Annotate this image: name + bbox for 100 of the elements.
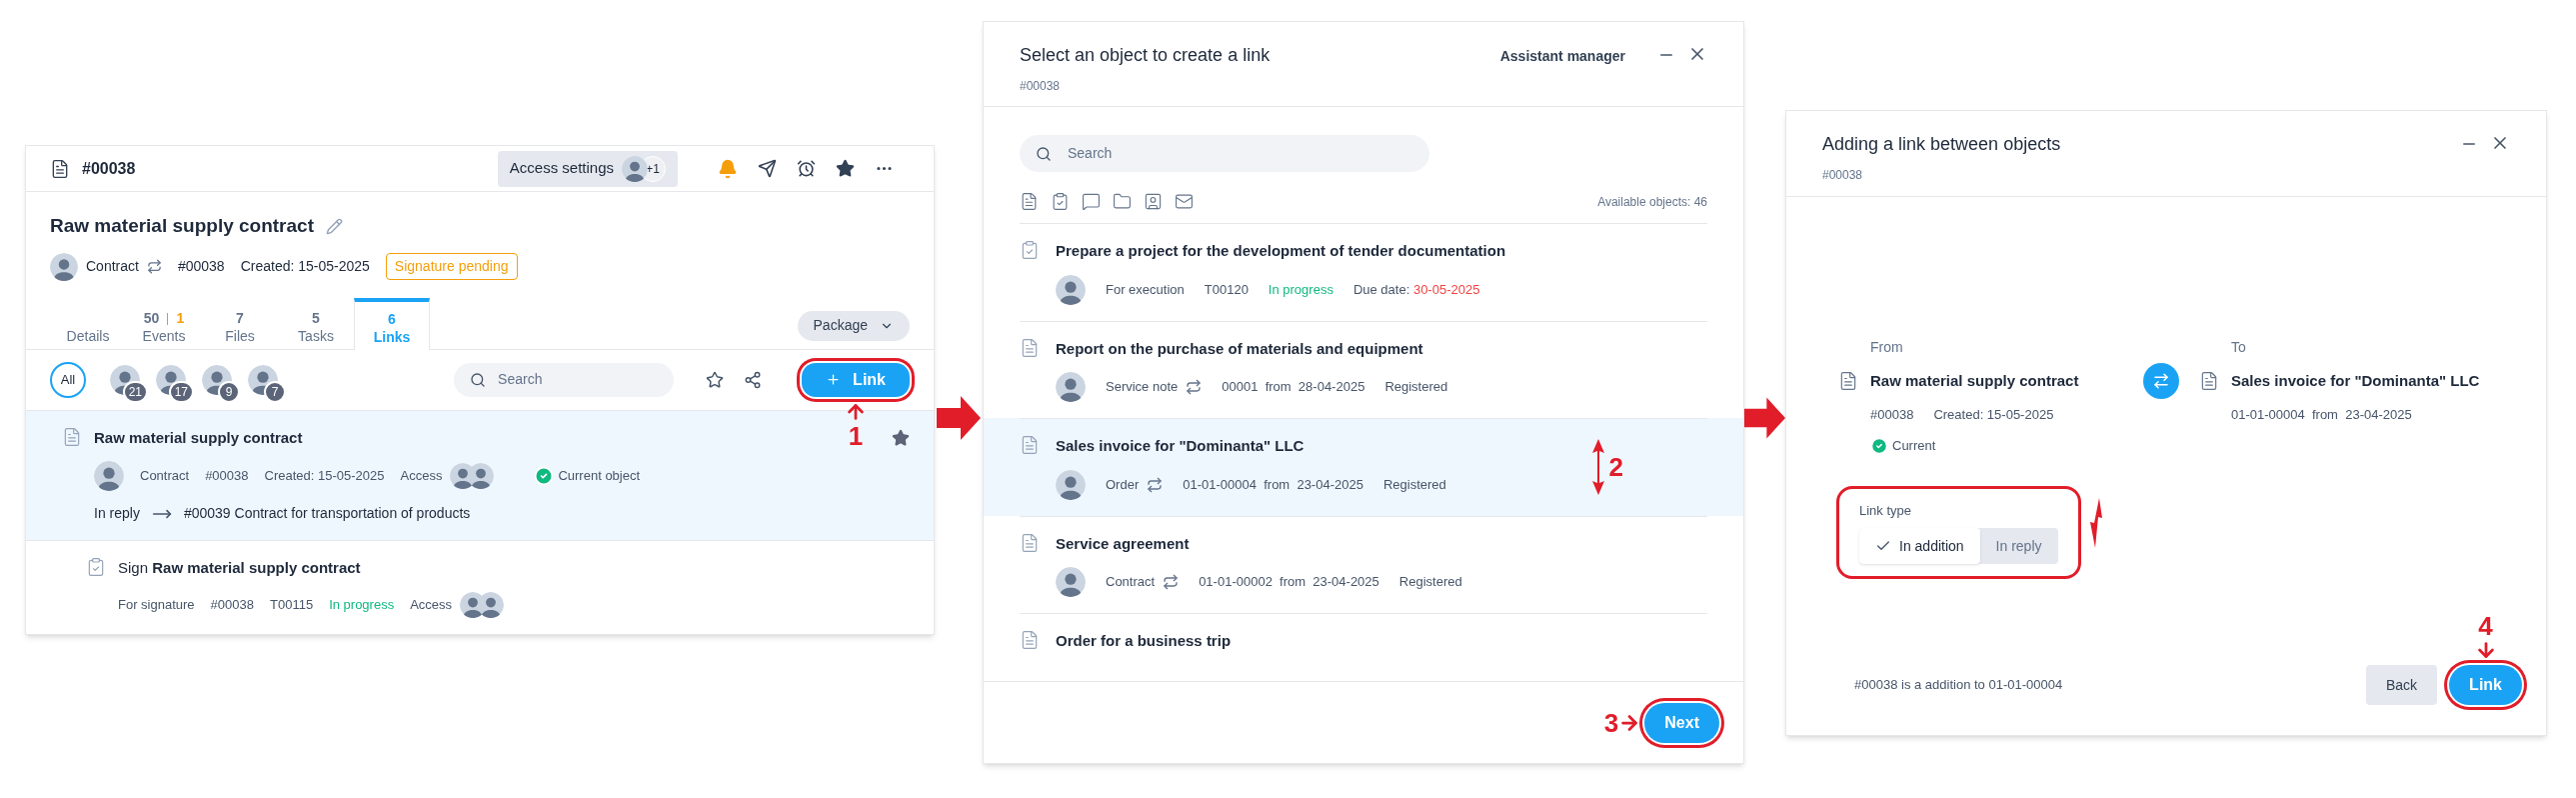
meta-text: T00120 <box>1204 280 1249 299</box>
document-icon <box>2199 371 2219 392</box>
clipboard-check-icon <box>86 557 106 577</box>
back-button[interactable]: Back <box>2366 665 2438 705</box>
avatar <box>622 155 648 182</box>
available-count: Available objects: 46 <box>1597 193 1707 211</box>
meta-text: For execution <box>1106 280 1185 299</box>
clipboard-check-icon <box>1020 240 1040 260</box>
status-text: In progress <box>329 595 395 614</box>
meta-text: 00001 from 28-04-2025 <box>1222 378 1365 397</box>
arrow-icon <box>1744 396 1785 440</box>
link-title: Raw material supply contract <box>94 427 303 448</box>
object-title: Sales invoice for "Dominanta" LLC <box>1056 436 1305 456</box>
all-filter[interactable]: All <box>50 361 86 398</box>
assistant-name: Assistant manager <box>1499 47 1625 66</box>
meta-text: Registered <box>1384 378 1448 397</box>
tab[interactable]: 50 1 Events <box>126 296 202 349</box>
swap-button[interactable] <box>2143 363 2179 399</box>
avatar <box>50 252 78 281</box>
segment-option[interactable]: In addition <box>1859 528 1980 564</box>
object-row[interactable]: Prepare a project for the development of tender documentation For execution T00120 In progress Due date: 30-05-2025 <box>984 224 1743 321</box>
avatar <box>1056 567 1086 597</box>
meta-text: 01-01-00004 from 23-04-2025 <box>1183 475 1363 494</box>
meta-text: 01-01-00004 from 23-04-2025 <box>2231 405 2412 424</box>
dialog-subtitle: #00038 <box>1822 167 1864 184</box>
repeat-icon <box>1163 574 1180 590</box>
clipboard-check-icon[interactable] <box>1051 192 1070 211</box>
star-icon[interactable] <box>892 428 910 447</box>
plus-icon <box>826 372 842 387</box>
side-label: To <box>2231 338 2247 357</box>
step-number: 2 <box>1608 453 1623 480</box>
star-icon[interactable] <box>836 159 855 178</box>
current-label: Current <box>1892 437 1936 455</box>
document-icon <box>50 158 70 179</box>
search-field[interactable]: Search <box>1020 135 1429 172</box>
mail-icon[interactable] <box>1175 192 1194 211</box>
link-title: Sign Raw material supply contract <box>118 558 361 578</box>
count-badge: 7 <box>264 380 286 403</box>
package-dropdown[interactable]: Package <box>797 310 910 341</box>
meta-text: Created: 15-05-2025 <box>264 467 385 486</box>
reply-target[interactable]: #00039 Contract for transportation of products <box>183 503 471 524</box>
double-arrow-icon <box>1590 438 1605 495</box>
object-title: Order for a business trip <box>1056 631 1232 651</box>
meta-text: T00115 <box>270 595 314 614</box>
repeat-icon[interactable] <box>146 259 162 274</box>
dialog-title: Select an object to create a link <box>1020 44 1271 67</box>
tab[interactable]: Details <box>50 296 126 349</box>
search-field[interactable]: Search <box>454 362 675 397</box>
link-row[interactable]: Sign Raw material supply contract For signature #00038 T00115 In progress Access <box>26 540 934 634</box>
search-icon <box>1036 145 1052 162</box>
summary-text: #00038 is a addition to 01-01-00004 <box>1854 676 2063 695</box>
meta-text: #00038 <box>1870 405 1914 424</box>
search-placeholder: Search <box>1068 144 1113 163</box>
object-type: Contract <box>86 257 139 276</box>
meta-text: #00038 <box>205 467 249 486</box>
document-icon <box>1020 630 1040 650</box>
status-tag: Signature pending <box>385 253 518 280</box>
meta-text: Access <box>400 467 443 486</box>
object-title: Service agreement <box>1056 533 1191 554</box>
field-label: Link type <box>1859 501 1913 520</box>
document-icon <box>1020 337 1040 358</box>
tab[interactable]: 7 Files <box>202 296 278 349</box>
object-title: Raw material supply contract <box>1870 371 2079 391</box>
card-title: Raw material supply contract <box>50 214 314 238</box>
count-badge: 9 <box>218 380 240 403</box>
swap-icon <box>2152 372 2170 390</box>
tab[interactable]: 5 Tasks <box>278 296 354 349</box>
folder-icon[interactable] <box>1113 192 1132 211</box>
arrow-icon <box>937 396 981 440</box>
avatar <box>478 591 505 618</box>
contact-icon[interactable] <box>1144 192 1163 211</box>
object-row[interactable]: Report on the purchase of materials and equipment Service note 00001 from 28-04-2025 Registered <box>984 320 1743 418</box>
meta-text: Registered <box>1382 475 1446 494</box>
object-row[interactable]: Service agreement Contract 01-01-00002 from 23-04-2025 Registered <box>984 515 1743 613</box>
check-circle-icon <box>534 466 555 486</box>
search-placeholder: Search <box>498 370 543 389</box>
status-text: In progress <box>1268 280 1333 299</box>
segment-option[interactable]: In reply <box>1979 528 2058 564</box>
star-icon[interactable] <box>706 370 725 389</box>
object-row[interactable]: Sales invoice for "Dominanta" LLC Order 01-01-00004 from 23-04-2025 Registered 2 <box>984 418 1743 516</box>
dialog-subtitle: #00038 <box>1020 78 1062 95</box>
object-title: Sales invoice for "Dominanta" LLC <box>2231 371 2480 391</box>
current-label: Current object <box>558 467 641 486</box>
edit-icon[interactable] <box>325 217 343 235</box>
document-icon[interactable] <box>1020 192 1039 211</box>
repeat-icon <box>1147 476 1164 493</box>
object-number: #00038 <box>82 158 136 179</box>
send-icon[interactable] <box>758 159 777 178</box>
share-icon[interactable] <box>744 370 763 389</box>
access-settings-button[interactable]: Access settings +1 <box>497 150 678 187</box>
dialog-title: Adding a link between objects <box>1822 133 2061 156</box>
meta-text: 01-01-00002 from 23-04-2025 <box>1199 573 1379 592</box>
object-row[interactable]: Order for a business trip <box>984 613 1743 669</box>
meta-text: #00038 <box>210 595 254 614</box>
meta-text: Registered <box>1398 573 1462 592</box>
avatar <box>1056 372 1086 402</box>
step-number: 3 <box>1603 709 1619 736</box>
meta-text: Contract <box>1106 573 1156 592</box>
alarm-clock-icon[interactable] <box>797 159 816 178</box>
message-icon[interactable] <box>1082 192 1101 211</box>
